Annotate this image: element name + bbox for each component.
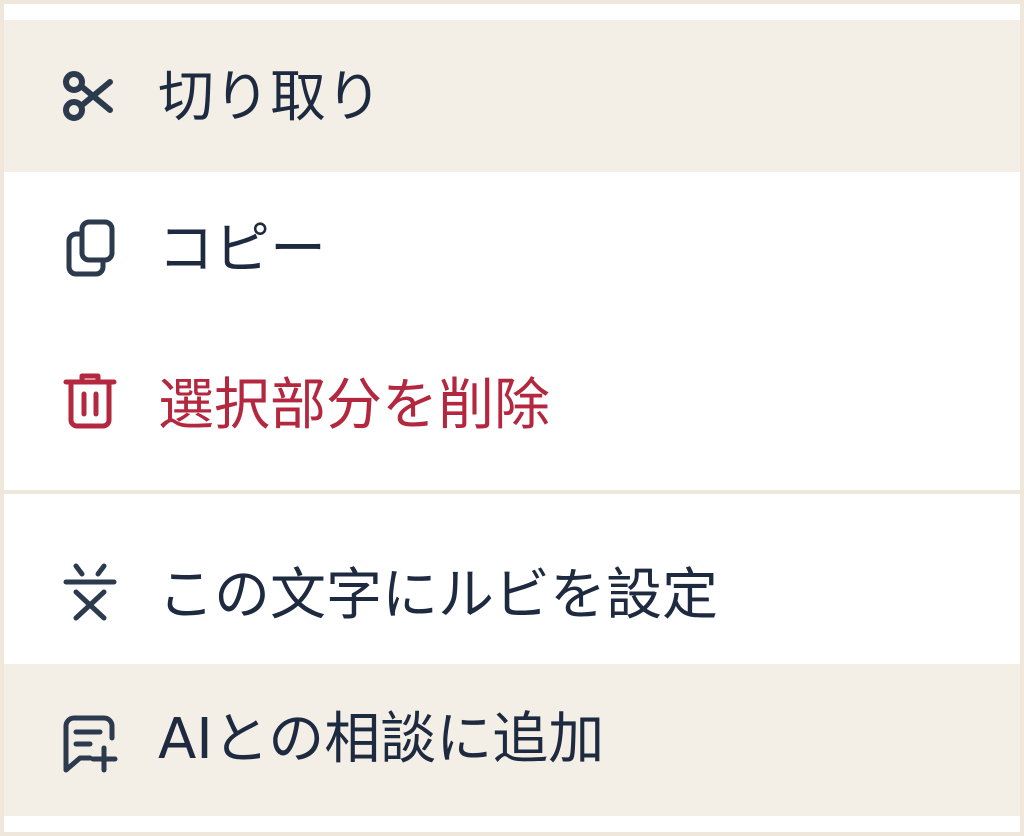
menu-item-copy[interactable]: コピー (4, 172, 1020, 324)
menu-item-cut[interactable]: 切り取り (4, 20, 1020, 172)
menu-item-delete-selection-label: 選択部分を削除 (158, 373, 550, 438)
menu-item-add-to-ai-chat[interactable]: AIとの相談に追加 (4, 664, 1020, 816)
menu-item-delete-selection[interactable]: 選択部分を削除 (4, 324, 1020, 490)
context-menu: 切り取り コピー 選択部分を削除 この文字にルビを設定 AIとの相談に追加 (4, 4, 1020, 832)
menu-item-set-ruby[interactable]: この文字にルビを設定 (4, 494, 1020, 664)
menu-item-add-to-ai-chat-label: AIとの相談に追加 (158, 707, 605, 772)
chat-add-icon (58, 710, 122, 774)
copy-icon (58, 216, 122, 280)
scissors-icon (58, 64, 122, 128)
ruby-icon (58, 560, 122, 624)
menu-item-copy-label: コピー (158, 217, 326, 282)
trash-icon (58, 368, 122, 432)
menu-item-set-ruby-label: この文字にルビを設定 (158, 563, 718, 628)
menu-item-cut-label: 切り取り (158, 65, 382, 130)
